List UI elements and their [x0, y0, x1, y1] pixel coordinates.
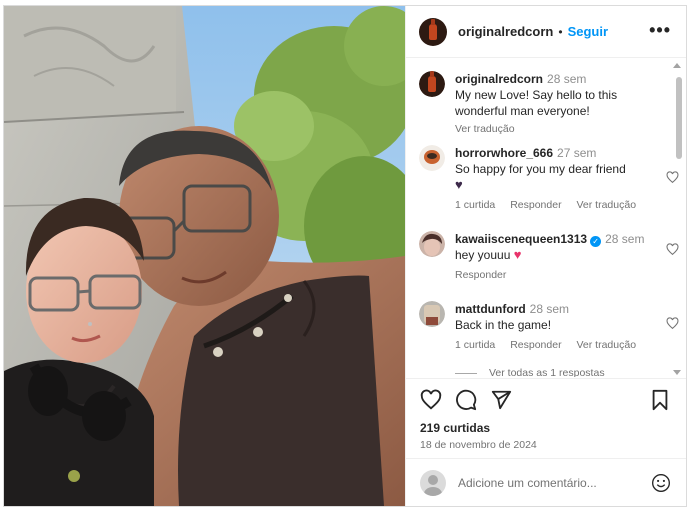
heart-icon[interactable]: [420, 389, 442, 411]
comment-input[interactable]: [458, 475, 648, 490]
author-username[interactable]: originalredcorn: [458, 24, 553, 39]
comment-likes[interactable]: 1 curtida: [455, 199, 495, 211]
caption-avatar[interactable]: [419, 71, 445, 97]
comment-username[interactable]: mattdunford: [455, 302, 526, 316]
reply-button[interactable]: Responder: [455, 269, 506, 281]
translate-link[interactable]: Ver tradução: [577, 339, 637, 351]
separator-dot: •: [558, 24, 563, 39]
comments-list[interactable]: originalredcorn 28 sem My new Love! Say h…: [406, 59, 686, 377]
comment-text: So happy for you my dear friend: [455, 162, 626, 176]
scroll-down-arrow[interactable]: [673, 370, 681, 375]
comment-avatar[interactable]: [419, 231, 445, 257]
post-photo[interactable]: [4, 6, 405, 506]
likes-count[interactable]: 219 curtidas: [420, 421, 490, 435]
post-date: 18 de novembro de 2024: [420, 439, 537, 451]
caption-translate-link[interactable]: Ver tradução: [455, 121, 659, 137]
comment-time[interactable]: 28 sem: [605, 232, 644, 246]
comment-item: mattdunford 28 sem Back in the game! 1 cu…: [419, 301, 679, 353]
follow-button[interactable]: Seguir: [568, 24, 608, 39]
pink-heart-emoji: ♥: [513, 247, 522, 262]
comment-text: Back in the game!: [455, 318, 552, 332]
comment-time[interactable]: 27 sem: [557, 146, 596, 160]
current-user-avatar: [420, 469, 446, 496]
caption-text: My new Love! Say hello to this wonderful…: [455, 88, 618, 118]
caption-username[interactable]: originalredcorn: [455, 72, 543, 86]
caption-time[interactable]: 28 sem: [547, 72, 586, 86]
reply-button[interactable]: Responder: [510, 339, 561, 351]
add-comment-bar: [406, 458, 686, 506]
view-replies-button[interactable]: Ver todas as 1 respostas: [455, 367, 605, 377]
scrollbar-thumb[interactable]: [676, 77, 682, 159]
verified-badge-icon: ✓: [590, 236, 602, 247]
like-comment-heart-icon[interactable]: [666, 171, 679, 184]
comment-avatar[interactable]: [419, 145, 445, 171]
selfie-image: [4, 6, 405, 506]
reply-button[interactable]: Responder: [510, 199, 561, 211]
replies-divider-line: [455, 372, 477, 374]
post-header: originalredcorn • Seguir •••: [406, 6, 686, 58]
caption: originalredcorn 28 sem My new Love! Say h…: [419, 71, 659, 137]
comment-item: kawaiiscenequeen1313 ✓ 28 sem hey youuu ♥ …: [419, 231, 679, 283]
share-icon[interactable]: [490, 389, 512, 411]
comment-likes[interactable]: 1 curtida: [455, 339, 495, 351]
more-options-icon[interactable]: •••: [649, 21, 671, 39]
post-modal: originalredcorn • Seguir ••• originalred…: [3, 5, 687, 507]
like-comment-heart-icon[interactable]: [666, 317, 679, 330]
smiley-icon[interactable]: [651, 473, 671, 493]
bookmark-icon[interactable]: [649, 389, 671, 411]
comment-time[interactable]: 28 sem: [530, 302, 569, 316]
dark-heart-emoji: ♥: [455, 177, 463, 192]
author-avatar[interactable]: [419, 17, 447, 46]
comment-avatar[interactable]: [419, 301, 445, 327]
comment-item: horrorwhore_666 27 sem So happy for you m…: [419, 145, 679, 213]
translate-link[interactable]: Ver tradução: [577, 199, 637, 211]
view-replies-label[interactable]: Ver todas as 1 respostas: [489, 367, 605, 377]
scroll-up-arrow[interactable]: [673, 63, 681, 68]
like-comment-heart-icon[interactable]: [666, 243, 679, 256]
comment-icon[interactable]: [455, 389, 477, 411]
comment-username[interactable]: kawaiiscenequeen1313: [455, 232, 587, 246]
post-side-panel: originalredcorn • Seguir ••• originalred…: [405, 6, 686, 506]
comment-text: hey youuu: [455, 248, 511, 262]
comment-username[interactable]: horrorwhore_666: [455, 146, 553, 160]
